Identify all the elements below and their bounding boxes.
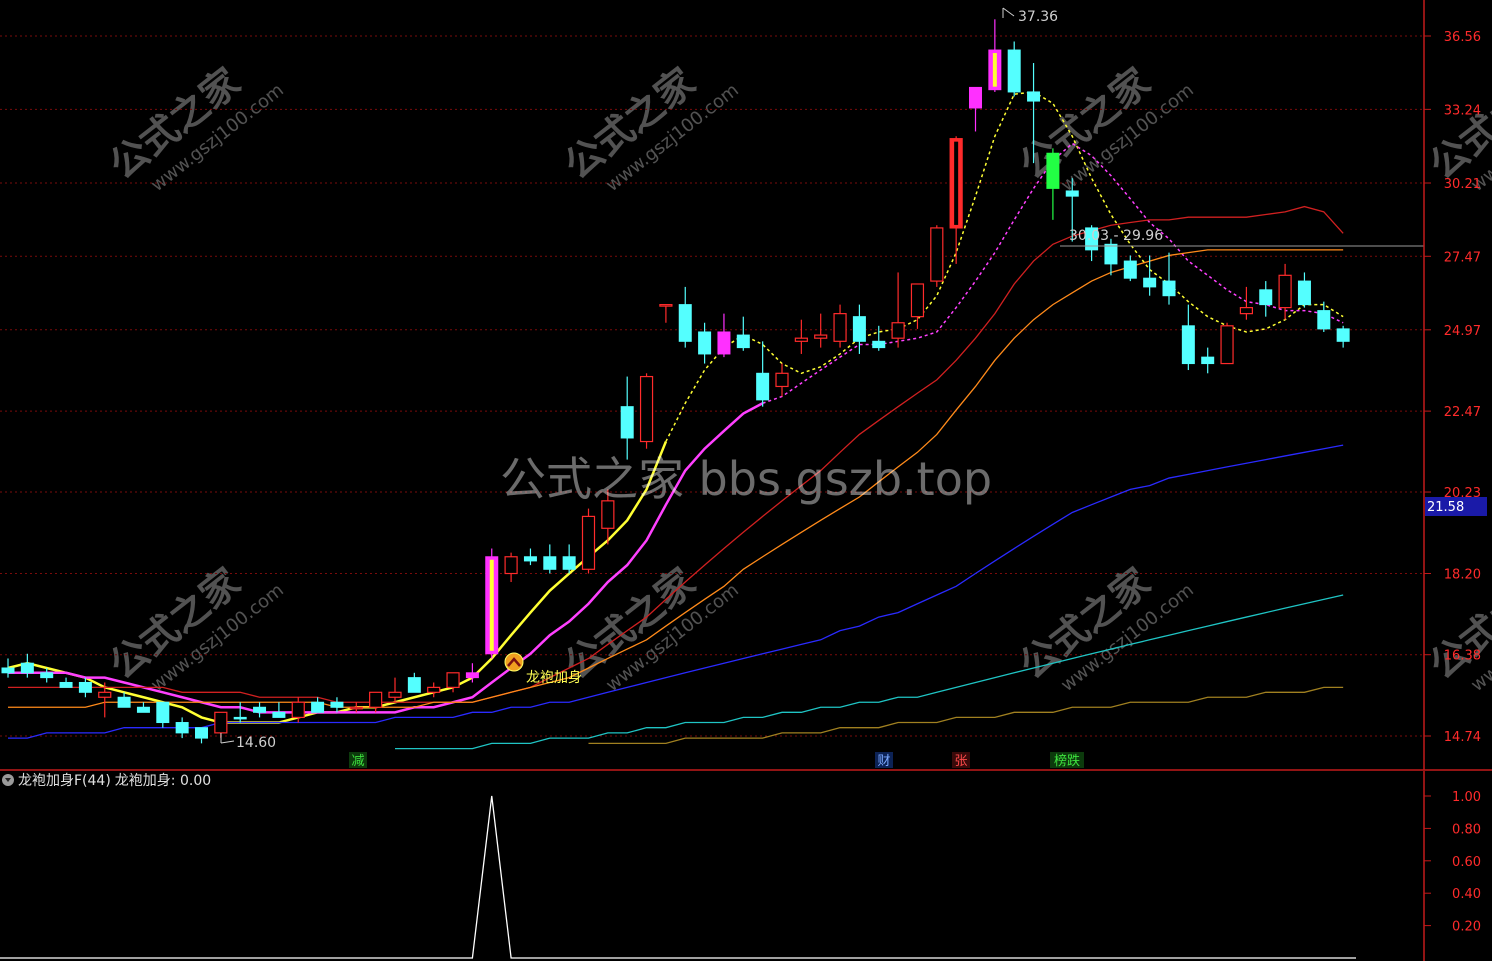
candle — [639, 373, 654, 449]
indicator-tick-label: 0.20 — [1452, 920, 1481, 935]
indicator-value: 龙袍加身: 0.00 — [114, 773, 212, 789]
indicator-tick-label: 0.40 — [1452, 887, 1481, 902]
price-tick-label: 22.47 — [1444, 405, 1481, 420]
price-tick-label: 36.56 — [1444, 30, 1481, 45]
event-tag[interactable]: 张 — [952, 752, 970, 769]
candle — [581, 508, 596, 574]
svg-text:财: 财 — [877, 754, 890, 769]
signal-arrow-up-icon — [504, 652, 524, 672]
price-tick-label: 27.47 — [1444, 250, 1481, 265]
price-tick-label: 30.21 — [1444, 177, 1481, 192]
indicator-tick-label: 0.80 — [1452, 822, 1481, 837]
svg-text:减: 减 — [351, 754, 364, 769]
center-watermark: 公式之家 bbs.gszb.top — [500, 452, 992, 506]
price-tick-label: 33.24 — [1444, 103, 1481, 118]
candle — [930, 225, 944, 287]
svg-text:张: 张 — [954, 754, 967, 769]
event-tag[interactable]: 财 — [875, 752, 893, 769]
indicator-title-bar: 龙袍加身F(44) 龙袍加身: 0.00 — [0, 771, 215, 791]
crosshair-label: 30.03 - 29.96 — [1069, 228, 1163, 244]
current-price-tag: 21.58 — [1425, 497, 1487, 516]
price-tick-label: 24.97 — [1444, 324, 1481, 339]
indicator-tick-label: 1.00 — [1452, 790, 1481, 805]
price-tick-label: 16.38 — [1444, 649, 1481, 664]
svg-text:榜跌: 榜跌 — [1054, 753, 1080, 769]
price-tick-label: 18.20 — [1444, 568, 1481, 583]
candle — [1220, 322, 1234, 365]
event-tag[interactable]: 减 — [349, 752, 367, 769]
candlestick-chart: 公式之家www.gszj100.com 公式之家www.gszj100.com 公式… — [0, 0, 1492, 961]
low-marker-label: 14.60 — [236, 735, 276, 751]
high-marker-label: 37.36 — [1018, 9, 1058, 25]
svg-text:21.58: 21.58 — [1427, 500, 1464, 515]
candle — [485, 548, 499, 659]
chevron-down-icon[interactable] — [2, 774, 14, 786]
event-tag[interactable]: 榜跌 — [1050, 752, 1084, 769]
price-tick-label: 14.74 — [1444, 730, 1481, 745]
indicator-tick-label: 0.60 — [1452, 855, 1481, 870]
indicator-name[interactable]: 龙袍加身F(44) — [18, 773, 111, 789]
signal-label: 龙袍加身 — [526, 670, 582, 686]
candle — [1007, 41, 1021, 97]
